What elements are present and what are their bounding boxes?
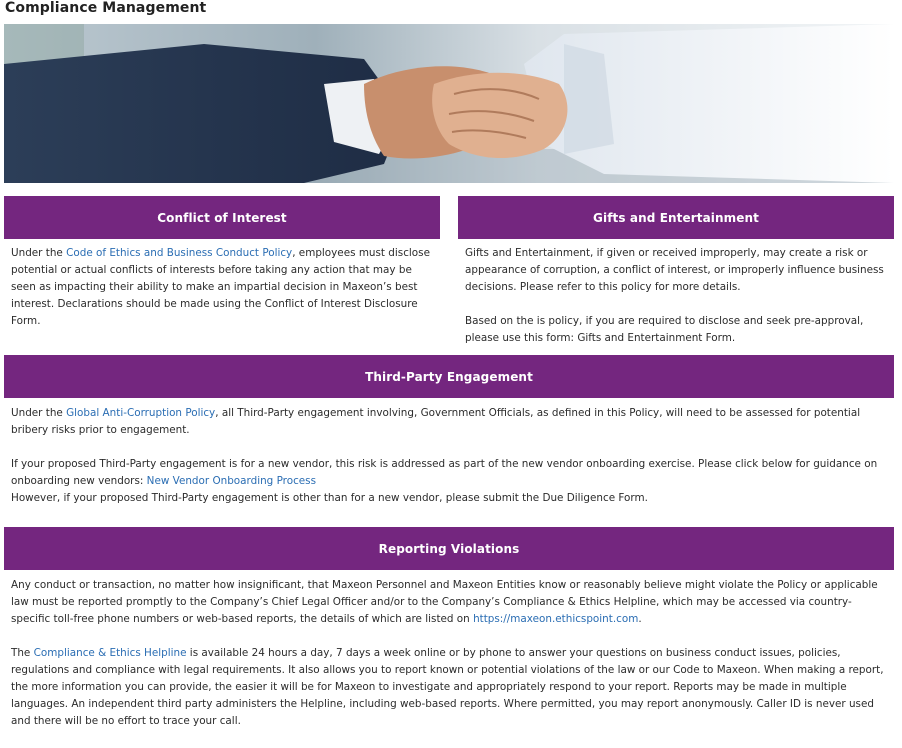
- gifts-entertainment-body: Gifts and Entertainment, if given or rec…: [465, 245, 890, 347]
- anti-corruption-policy-link[interactable]: Global Anti-Corruption Policy: [66, 407, 215, 419]
- gifts-paragraph: Gifts and Entertainment, if given or rec…: [465, 247, 884, 293]
- third-party-engagement-body: Under the Global Anti-Corruption Policy,…: [11, 407, 878, 504]
- conflict-of-interest-header: Conflict of Interest: [4, 196, 440, 239]
- code-of-ethics-link[interactable]: Code of Ethics and Business Conduct Poli…: [66, 247, 292, 259]
- vendor-onboarding-link[interactable]: New Vendor Onboarding Process: [147, 475, 316, 487]
- gifts-entertainment-header: Gifts and Entertainment: [458, 196, 894, 239]
- conflict-of-interest-body: Under the Code of Ethics and Business Co…: [11, 247, 430, 327]
- hero-handshake-image: [4, 24, 894, 183]
- helpline-link[interactable]: Compliance & Ethics Helpline: [34, 647, 187, 659]
- page-title: Compliance Management: [5, 0, 207, 16]
- due-diligence-form-link[interactable]: Due Diligence Form: [542, 492, 644, 504]
- third-party-engagement-header: Third-Party Engagement: [4, 355, 894, 398]
- reporting-violations-header: Reporting Violations: [4, 527, 894, 570]
- reporting-violations-body: Any conduct or transaction, no matter ho…: [11, 579, 884, 727]
- gifts-entertainment-form-link[interactable]: Gifts and Entertainment Form: [577, 332, 732, 344]
- ethicspoint-link[interactable]: https://maxeon.ethicspoint.com: [473, 613, 638, 625]
